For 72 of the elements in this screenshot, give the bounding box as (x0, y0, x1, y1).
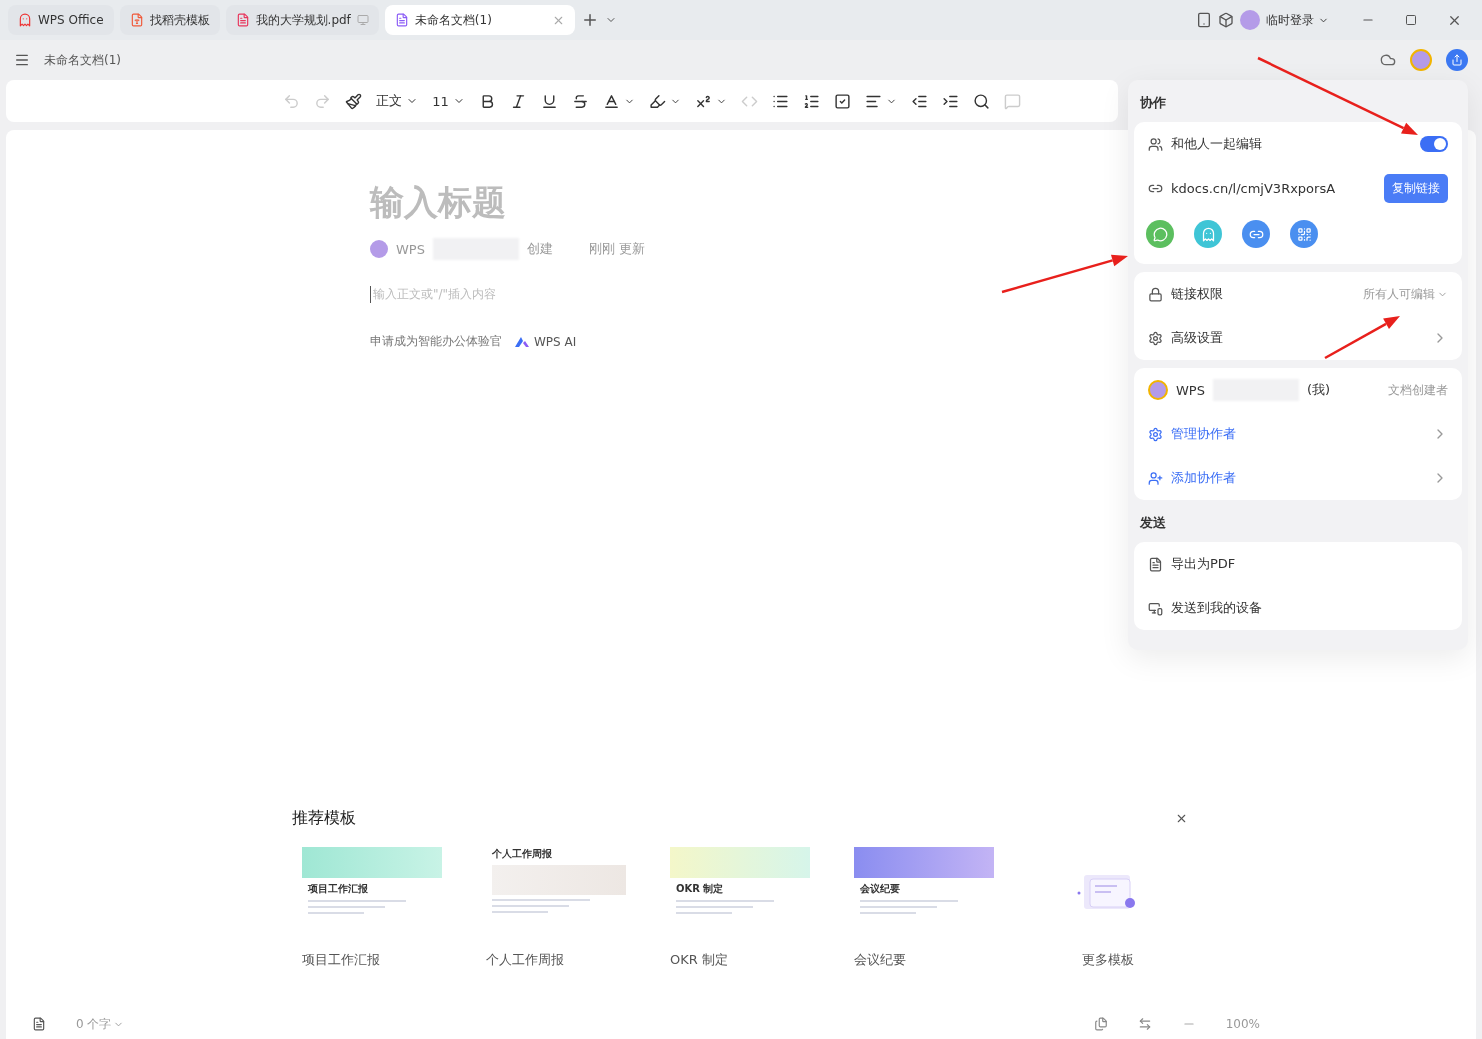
document-icon[interactable] (32, 1017, 46, 1031)
app-icon (129, 13, 144, 27)
app-icon (235, 13, 250, 27)
member-name: WPS (1176, 382, 1205, 398)
avatar (370, 240, 388, 258)
close-icon[interactable] (1175, 812, 1188, 825)
tab[interactable]: 找稻壳模板 (119, 5, 220, 35)
dropdown-select[interactable]: 正文 (376, 92, 419, 110)
page-view-icon[interactable] (1093, 1017, 1108, 1031)
file-icon (1148, 556, 1163, 572)
paintbrush-icon[interactable] (345, 92, 363, 110)
section-title: 推荐模板 (292, 808, 356, 829)
devices-icon (1148, 600, 1163, 616)
gear-icon (1148, 426, 1163, 442)
gear-icon (1148, 330, 1163, 346)
zoom-level: 100% (1225, 1017, 1260, 1031)
monitor-icon (356, 14, 369, 26)
share-icon[interactable] (1446, 49, 1468, 71)
action-label: 添加协作者 (1171, 469, 1236, 487)
toggle-switch[interactable] (1420, 136, 1448, 152)
app-icon (18, 13, 32, 27)
updated-label: 刚刚 更新 (588, 240, 646, 258)
link-icon[interactable] (1242, 220, 1270, 248)
qr-code-icon[interactable] (1290, 220, 1318, 248)
action-row[interactable]: 添加协作者 (1134, 456, 1462, 500)
ai-logo-icon (514, 335, 530, 348)
avatar (1148, 380, 1168, 400)
lock-icon (1148, 286, 1163, 302)
strikethrough-icon[interactable] (571, 92, 589, 110)
collab-label: 和他人一起编辑 (1171, 135, 1262, 153)
template-card[interactable]: 项目工作汇报 项目工作汇报 (302, 847, 442, 969)
tab[interactable]: 我的大学规划.pdf (225, 5, 379, 35)
member-role: 文档创建者 (1388, 381, 1448, 399)
action-row[interactable]: 管理协作者 (1134, 412, 1462, 456)
checkbox-icon[interactable] (833, 92, 851, 110)
menu-icon[interactable] (14, 52, 30, 68)
dropdown-select[interactable]: 11 (432, 93, 465, 109)
author-name: WPS (396, 241, 425, 257)
add-user-icon (1148, 470, 1163, 486)
action-label: 管理协作者 (1171, 425, 1236, 443)
template-card[interactable]: OKR 制定 OKR 制定 (670, 847, 810, 969)
fit-width-icon[interactable] (1137, 1017, 1152, 1031)
cube-icon[interactable] (1218, 12, 1234, 28)
section-title: 协作 (1139, 94, 1167, 112)
template-card[interactable]: 个人工作周报 个人工作周报 (486, 847, 626, 969)
app-icon (394, 13, 409, 27)
menu-item[interactable]: 发送到我的设备 (1134, 586, 1462, 630)
numbered-list-icon[interactable] (802, 92, 820, 110)
menu-item[interactable]: 导出为PDF (1134, 542, 1462, 586)
tablet-icon[interactable] (1196, 12, 1212, 28)
users-icon (1148, 136, 1163, 152)
highlighter-icon[interactable] (648, 92, 681, 110)
search-icon[interactable] (972, 92, 990, 110)
permission-label: 链接权限 (1171, 285, 1223, 303)
tab[interactable]: WPS Office (8, 5, 114, 35)
copy-link-button[interactable]: 复制链接 (1384, 173, 1448, 203)
section-title: 发送 (1139, 514, 1167, 532)
underline-icon[interactable] (540, 92, 558, 110)
invite-text: 申请成为智能办公体验官 (370, 333, 502, 350)
document-title: 未命名文档(1) (44, 51, 121, 69)
member-tag: (我) (1306, 381, 1331, 399)
created-label: 创建 (526, 240, 553, 258)
font-color-icon[interactable] (602, 92, 635, 110)
template-card[interactable]: 更多模板 (1038, 847, 1178, 969)
settings-label: 高级设置 (1171, 329, 1223, 347)
settings-row[interactable]: 高级设置 (1134, 316, 1462, 360)
account-menu[interactable]: 临时登录 (1266, 11, 1329, 29)
template-card[interactable]: 会议纪要 会议纪要 (854, 847, 994, 969)
maximize-icon[interactable] (1405, 14, 1417, 26)
ai-link[interactable]: WPS AI (514, 334, 577, 349)
tab[interactable]: 未命名文档(1) (384, 5, 575, 35)
cloud-icon[interactable] (1380, 52, 1396, 68)
